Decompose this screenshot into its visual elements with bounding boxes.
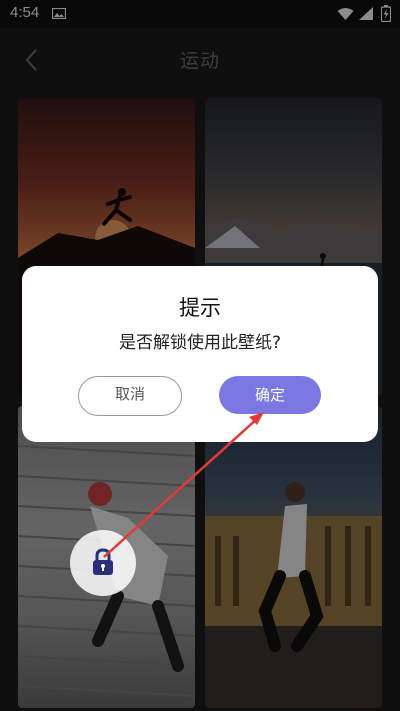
annotation-arrow — [103, 412, 264, 558]
